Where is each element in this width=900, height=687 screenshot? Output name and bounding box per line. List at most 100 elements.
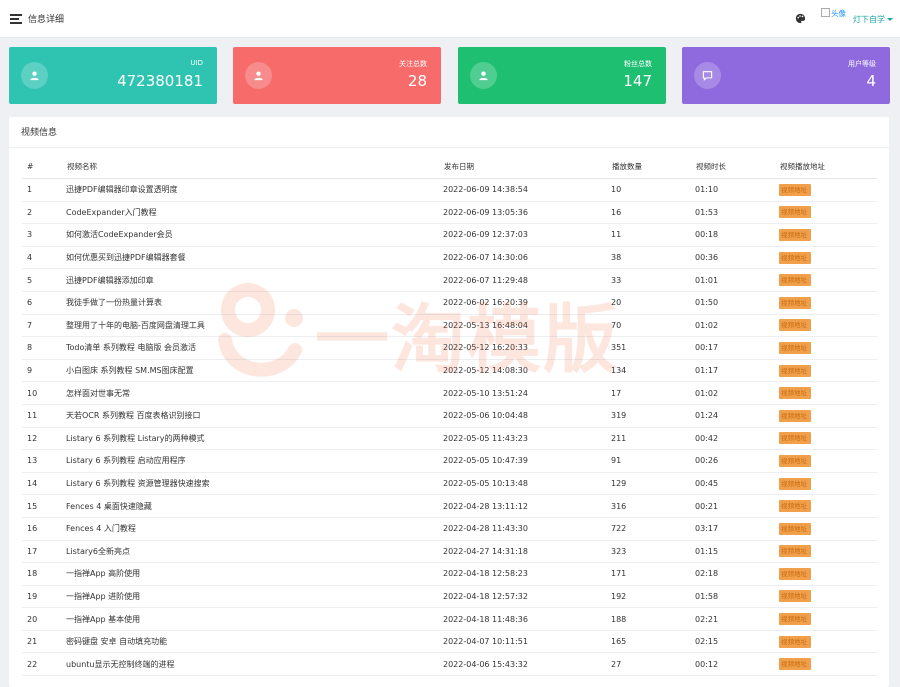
- video-link-button[interactable]: 视频地址: [779, 296, 811, 309]
- cell-publish-date: 2022-05-05 10:13:48: [443, 472, 611, 496]
- cell-publish-date: 2022-05-13 16:48:04: [443, 314, 611, 338]
- video-link-button[interactable]: 视频地址: [779, 364, 811, 377]
- cell-play-count: 129: [611, 472, 695, 496]
- panel-title: 视频信息: [21, 128, 58, 138]
- cell-duration: 01:15: [695, 540, 779, 564]
- cell-video-name: Listary 6 系列教程 资源管理器快速搜索: [66, 472, 443, 496]
- stat-label: 粉丝总数: [624, 60, 652, 68]
- video-link-button[interactable]: 视频地址: [779, 387, 811, 400]
- user-dropdown[interactable]: 灯下自学: [853, 14, 893, 25]
- table-row: 22 ubuntu显示无控制终端的进程 2022-04-06 15:43:32 27 0…: [22, 652, 877, 677]
- cell-duration: 01:10: [695, 178, 779, 202]
- cell-video-name: 我徒手做了一份热量计算表: [66, 291, 443, 315]
- video-link-button[interactable]: 视频地址: [779, 228, 811, 241]
- cell-publish-date: 2022-04-07 10:11:51: [443, 630, 611, 654]
- video-link-button[interactable]: 视频地址: [779, 477, 811, 490]
- video-link-button[interactable]: 视频地址: [779, 590, 811, 603]
- cell-video-name: Listary6全新亮点: [66, 540, 443, 564]
- cell-publish-date: 2022-04-18 11:48:36: [443, 607, 611, 631]
- cell-publish-date: 2022-06-09 12:37:03: [443, 223, 611, 247]
- video-link-button[interactable]: 视频地址: [779, 454, 811, 467]
- column-header-plays: 播放数量: [611, 154, 695, 179]
- table-row: 5 迅捷PDF编辑器添加印章 2022-06-07 11:29:48 33 01:01 视…: [22, 268, 877, 292]
- cell-play-count: 722: [611, 517, 695, 541]
- video-link-button[interactable]: 视频地址: [779, 658, 811, 671]
- cell-video-url: 视频地址: [779, 268, 877, 292]
- cell-video-name: 一指禅App 基本使用: [66, 607, 443, 631]
- cell-video-url: 视频地址: [779, 472, 877, 496]
- cell-index: 21: [22, 630, 66, 654]
- cell-video-url: 视频地址: [779, 381, 877, 405]
- divider: [9, 147, 889, 148]
- video-link-button[interactable]: 视频地址: [779, 635, 811, 648]
- stat-card-following: 关注总数 28: [233, 47, 441, 104]
- palette-icon[interactable]: [795, 13, 806, 24]
- cell-play-count: 351: [611, 336, 695, 360]
- cell-play-count: 16: [611, 201, 695, 225]
- cell-video-url: 视频地址: [779, 517, 877, 541]
- cell-video-name: 如何优惠买到迅捷PDF编辑器套餐: [66, 246, 443, 270]
- cell-duration: 03:17: [695, 517, 779, 541]
- cell-video-url: 视频地址: [779, 540, 877, 564]
- cell-index: 17: [22, 540, 66, 564]
- cell-publish-date: 2022-06-07 14:30:06: [443, 246, 611, 270]
- cell-video-name: 怎样面对世事无常: [66, 381, 443, 405]
- video-link-button[interactable]: 视频地址: [779, 500, 811, 513]
- video-link-button[interactable]: 视频地址: [779, 341, 811, 354]
- cell-video-url: 视频地址: [779, 246, 877, 270]
- cell-video-url: 视频地址: [779, 585, 877, 609]
- user-icon: [245, 62, 272, 89]
- cell-index: 14: [22, 472, 66, 496]
- table-row: 19 一指禅App 进阶使用 2022-04-18 12:57:32 192 01:58…: [22, 585, 877, 609]
- page-title: 信息详细: [28, 15, 65, 25]
- menu-fold-icon[interactable]: [10, 14, 22, 24]
- video-link-button[interactable]: 视频地址: [779, 183, 811, 196]
- cell-index: 7: [22, 314, 66, 338]
- video-link-button[interactable]: 视频地址: [779, 251, 811, 264]
- stat-card-followers: 粉丝总数 147: [458, 47, 666, 104]
- cell-play-count: 323: [611, 540, 695, 564]
- cell-video-url: 视频地址: [779, 630, 877, 654]
- cell-play-count: 38: [611, 246, 695, 270]
- video-link-button[interactable]: 视频地址: [779, 545, 811, 558]
- cell-play-count: 316: [611, 494, 695, 518]
- table-row: 4 如何优惠买到迅捷PDF编辑器套餐 2022-06-07 14:30:06 38 00…: [22, 246, 877, 270]
- stat-card-uid: UID 472380181: [9, 47, 217, 104]
- video-link-button[interactable]: 视频地址: [779, 319, 811, 332]
- cell-duration: 00:42: [695, 427, 779, 451]
- cell-index: 2: [22, 201, 66, 225]
- cell-publish-date: 2022-05-12 16:20:33: [443, 336, 611, 360]
- cell-video-name: 整理用了十年的电脑-百度网盘清理工具: [66, 314, 443, 338]
- cell-duration: 00:21: [695, 494, 779, 518]
- avatar[interactable]: 头像: [821, 8, 846, 19]
- stat-card-level: 用户等级 4: [682, 47, 890, 104]
- stat-value: 147: [623, 72, 652, 90]
- cell-publish-date: 2022-06-07 11:29:48: [443, 268, 611, 292]
- video-link-button[interactable]: 视频地址: [779, 613, 811, 626]
- video-link-button[interactable]: 视频地址: [779, 206, 811, 219]
- cell-play-count: 11: [611, 223, 695, 247]
- video-link-button[interactable]: 视频地址: [779, 522, 811, 535]
- video-link-button[interactable]: 视频地址: [779, 274, 811, 287]
- cell-duration: 00:45: [695, 472, 779, 496]
- cell-duration: 00:18: [695, 223, 779, 247]
- table-row: 1 迅捷PDF编辑器印章设置透明度 2022-06-09 14:38:54 10 01:…: [22, 178, 877, 202]
- cell-index: 8: [22, 336, 66, 360]
- stat-value: 472380181: [117, 72, 203, 90]
- table-row: 10 怎样面对世事无常 2022-05-10 13:51:24 17 01:02 视频地址: [22, 381, 877, 405]
- cell-index: 9: [22, 359, 66, 383]
- table-row: 7 整理用了十年的电脑-百度网盘清理工具 2022-05-13 16:48:04 70…: [22, 314, 877, 338]
- cell-index: 16: [22, 517, 66, 541]
- cell-duration: 02:21: [695, 607, 779, 631]
- table-row: 14 Listary 6 系列教程 资源管理器快速搜索 2022-05-05 10:…: [22, 472, 877, 496]
- video-link-button[interactable]: 视频地址: [779, 409, 811, 422]
- cell-index: 18: [22, 562, 66, 586]
- cell-index: 12: [22, 427, 66, 451]
- table-body: 1 迅捷PDF编辑器印章设置透明度 2022-06-09 14:38:54 10 01:…: [22, 178, 877, 677]
- cell-publish-date: 2022-04-18 12:58:23: [443, 562, 611, 586]
- video-table: # 视频名称 发布日期 播放数量 视频时长 视频播放地址 1 迅捷PDF编辑器印章…: [22, 154, 877, 677]
- video-link-button[interactable]: 视频地址: [779, 567, 811, 580]
- avatar-alt-text: 头像: [831, 9, 846, 18]
- video-link-button[interactable]: 视频地址: [779, 432, 811, 445]
- stat-value: 28: [407, 72, 427, 90]
